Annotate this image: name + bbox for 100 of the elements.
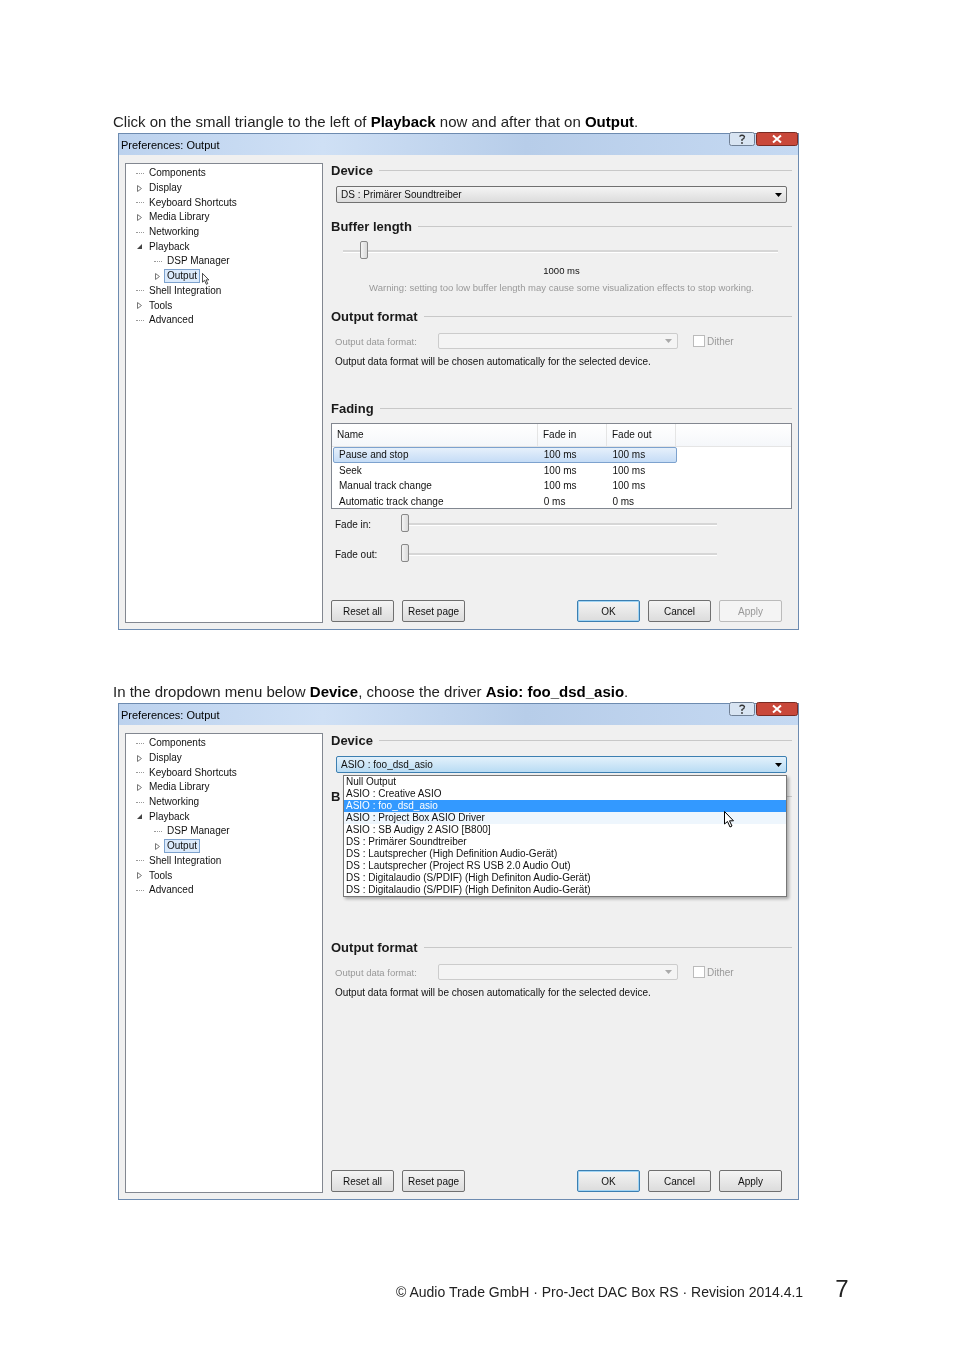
tree-item[interactable]: Advanced xyxy=(146,883,197,898)
dropdown-option[interactable]: ASIO : SB Audigy 2 ASIO [B800] xyxy=(344,824,786,836)
help-icon[interactable] xyxy=(729,702,755,716)
instruction-text: In the dropdown menu below Device, choose the driver Asio: foo_dsd_asio. xyxy=(113,682,630,702)
expanded-triangle-icon[interactable] xyxy=(136,813,143,821)
buffer-reading: 1000 ms xyxy=(542,265,581,276)
table-cell-text: Seek xyxy=(338,464,363,476)
collapsed-triangle-icon[interactable] xyxy=(136,184,143,192)
tree-item[interactable]: Playback xyxy=(146,809,193,824)
dialog-button[interactable]: Cancel xyxy=(648,1170,711,1192)
tree-item[interactable]: Display xyxy=(146,751,185,766)
dropdown-option[interactable]: ASIO : Creative ASIO xyxy=(344,788,786,800)
table-cell-text: 100 ms xyxy=(542,480,578,492)
table-cell-text: 100 ms xyxy=(611,480,647,492)
table-cell-text: Automatic track change xyxy=(338,495,445,507)
footer-text: © Audio Trade GmbH · Pro-Ject DAC Box RS · Revision 2014.4.1 xyxy=(396,1284,804,1300)
table-row[interactable]: Seek 100 ms 100 ms xyxy=(333,462,677,478)
dropdown-option[interactable]: DS : Lautsprecher (High Definition Audio-Gerät) xyxy=(344,848,786,860)
table-cell-text: 0 ms xyxy=(611,495,636,507)
section-heading: Output format xyxy=(331,940,418,955)
dialog-button[interactable]: Apply xyxy=(719,1170,782,1192)
tree-item[interactable]: Tools xyxy=(146,298,176,313)
info-text: Output data format will be chosen automatically for the selected device. xyxy=(334,987,652,998)
column-header[interactable]: Fade in xyxy=(538,424,607,446)
info-text: Output data format will be chosen automatically for the selected device. xyxy=(334,356,652,367)
column-header[interactable]: Fade out xyxy=(607,424,676,446)
dialog-button[interactable]: Reset page xyxy=(402,1170,465,1192)
tree-item[interactable]: Components xyxy=(146,736,209,751)
help-icon[interactable] xyxy=(729,132,755,146)
tree-item[interactable]: Output xyxy=(164,839,201,854)
tree-item[interactable]: Keyboard Shortcuts xyxy=(146,765,240,780)
section-heading: Device xyxy=(331,163,373,178)
section-heading: Output format xyxy=(331,309,418,324)
dropdown-arrow-icon xyxy=(775,192,782,197)
page-number: 7 xyxy=(835,1275,849,1303)
dropdown-option[interactable]: DS : Lautsprecher (Project RS USB 2.0 Audio Out) xyxy=(344,860,786,872)
table-cell-text: 100 ms xyxy=(611,464,647,476)
dialog-button[interactable]: Reset page xyxy=(402,600,465,622)
slider-thumb[interactable] xyxy=(401,513,409,532)
dialog-button[interactable]: Reset all xyxy=(331,600,394,622)
dialog-button[interactable]: OK xyxy=(577,600,640,622)
tree-item[interactable]: Networking xyxy=(146,225,203,240)
close-icon[interactable] xyxy=(756,702,798,716)
collapsed-triangle-icon[interactable] xyxy=(136,872,143,880)
table-cell-text: Pause and stop xyxy=(338,449,410,461)
section-heading: B xyxy=(331,789,341,804)
tree-item[interactable]: Shell Integration xyxy=(146,853,225,868)
tree-item[interactable]: Components xyxy=(146,166,209,181)
tree-item[interactable]: DSP Manager xyxy=(164,824,233,839)
table-cell-text: 100 ms xyxy=(542,464,578,476)
section-heading: Buffer length xyxy=(331,219,412,234)
collapsed-triangle-icon[interactable] xyxy=(154,272,161,280)
device-dropdown[interactable]: DS : Primärer Soundtreiber xyxy=(336,186,787,203)
tree-item[interactable]: Playback xyxy=(146,239,193,254)
tree-item[interactable]: Media Library xyxy=(146,210,213,225)
collapsed-triangle-icon[interactable] xyxy=(136,754,143,762)
tree-item[interactable]: DSP Manager xyxy=(164,254,233,269)
table-row[interactable]: Automatic track change 0 ms 0 ms xyxy=(333,493,677,509)
section-heading: Device xyxy=(331,733,373,748)
table-row[interactable]: Manual track change 100 ms 100 ms xyxy=(333,478,677,494)
table-row[interactable]: Pause and stop 100 ms 100 ms xyxy=(333,447,677,463)
window-title: Preferences: Output xyxy=(121,708,220,721)
dropdown-option[interactable]: DS : Digitalaudio (S/PDIF) (High Definiton Audio-Gerät) xyxy=(344,884,786,896)
tree-item[interactable]: Shell Integration xyxy=(146,283,225,298)
dropdown-option[interactable]: ASIO : Project Box ASIO Driver xyxy=(344,812,786,824)
tree-item[interactable]: Networking xyxy=(146,795,203,810)
table-cell-text: 100 ms xyxy=(611,449,647,461)
tree-item[interactable]: Tools xyxy=(146,868,176,883)
instruction-text: Click on the small triangle to the left of Playback now and after that on Output. xyxy=(113,112,640,132)
expanded-triangle-icon[interactable] xyxy=(136,243,143,251)
dialog-button[interactable]: OK xyxy=(577,1170,640,1192)
collapsed-triangle-icon[interactable] xyxy=(136,213,143,221)
dialog-button[interactable]: Reset all xyxy=(331,1170,394,1192)
device-dropdown[interactable]: ASIO : foo_dsd_asio xyxy=(336,756,787,773)
dialog-button[interactable]: Cancel xyxy=(648,600,711,622)
tree-item[interactable]: Output xyxy=(164,269,201,284)
collapsed-triangle-icon[interactable] xyxy=(136,783,143,791)
dropdown-arrow-icon xyxy=(665,970,672,974)
slider-thumb[interactable] xyxy=(401,543,409,562)
collapsed-triangle-icon[interactable] xyxy=(136,302,143,310)
table-cell-text: 0 ms xyxy=(542,495,567,507)
close-icon[interactable] xyxy=(756,132,798,146)
dropdown-option[interactable]: DS : Primärer Soundtreiber xyxy=(344,836,786,848)
collapsed-triangle-icon[interactable] xyxy=(154,842,161,850)
table-cell-text: Manual track change xyxy=(338,480,433,492)
slider-label: Fade out: xyxy=(335,548,379,560)
dropdown-option[interactable]: Null Output xyxy=(344,776,786,788)
slider-thumb[interactable] xyxy=(360,241,369,259)
tree-item[interactable]: Advanced xyxy=(146,313,197,328)
tree-item[interactable]: Keyboard Shortcuts xyxy=(146,195,240,210)
tree-item[interactable]: Media Library xyxy=(146,780,213,795)
tree-item[interactable]: Display xyxy=(146,181,185,196)
dropdown-option[interactable]: DS : Digitalaudio (S/PDIF) (High Definiton Audio-Gerät) xyxy=(344,872,786,884)
table-cell-text: 100 ms xyxy=(542,449,578,461)
dropdown-arrow-icon xyxy=(665,339,672,343)
warning-text: Warning: setting too low buffer length may cause some visualization effects to stop working. xyxy=(368,282,755,293)
column-header[interactable]: Name xyxy=(332,424,538,446)
slider-label: Fade in: xyxy=(335,518,373,530)
field-label: Output data format: xyxy=(335,335,418,347)
section-heading: Fading xyxy=(331,401,374,416)
